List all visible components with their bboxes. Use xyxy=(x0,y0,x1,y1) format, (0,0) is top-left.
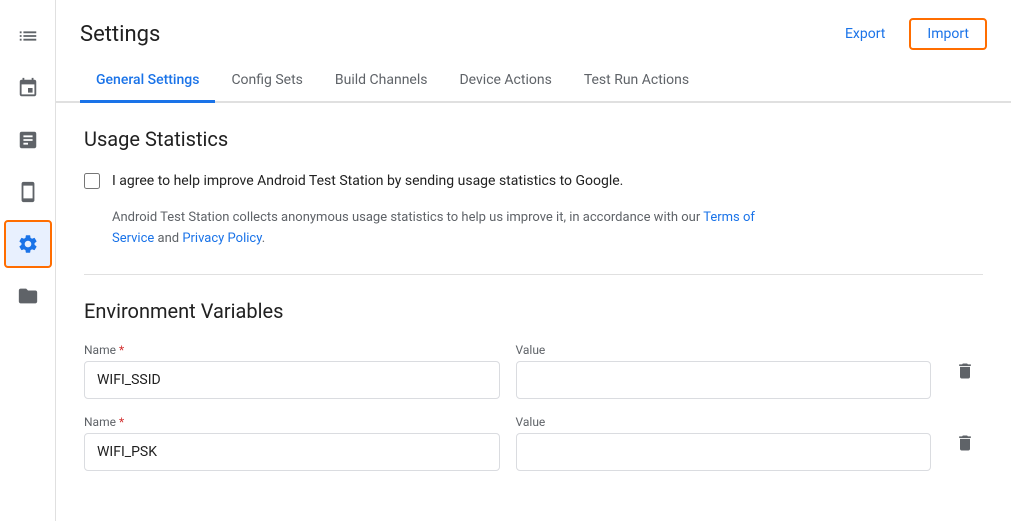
env-name-input-1[interactable] xyxy=(84,361,500,399)
info-text-before: Android Test Station collects anonymous … xyxy=(112,210,703,225)
header-actions: Export Import xyxy=(833,18,987,50)
usage-statistics-info: Android Test Station collects anonymous … xyxy=(112,208,792,250)
env-name-label-2: Name * xyxy=(84,415,500,429)
env-delete-button-2[interactable] xyxy=(947,425,983,461)
tab-test-run-actions[interactable]: Test Run Actions xyxy=(568,60,705,103)
folder-icon xyxy=(17,285,39,307)
tab-general-settings[interactable]: General Settings xyxy=(80,60,215,103)
page-title: Settings xyxy=(80,22,160,47)
env-value-label-1: Value xyxy=(516,343,932,357)
usage-statistics-checkbox[interactable] xyxy=(84,173,100,189)
env-value-input-1[interactable] xyxy=(516,361,932,399)
usage-statistics-label[interactable]: I agree to help improve Android Test Sta… xyxy=(112,171,623,192)
env-name-input-2[interactable] xyxy=(84,433,500,471)
env-variables-title: Environment Variables xyxy=(84,299,983,323)
env-name-field-group-1: Name * xyxy=(84,343,500,399)
info-text-middle: and xyxy=(154,231,182,246)
required-marker-1: * xyxy=(119,343,124,357)
tabs-bar: General Settings Config Sets Build Chann… xyxy=(56,60,1011,103)
tab-config-sets[interactable]: Config Sets xyxy=(215,60,318,103)
calendar-icon xyxy=(17,77,39,99)
sidebar-item-calendar[interactable] xyxy=(4,64,52,112)
usage-statistics-title: Usage Statistics xyxy=(84,127,983,151)
env-row-2: Name * Value xyxy=(84,415,983,471)
tasks-icon xyxy=(17,25,39,47)
required-marker-2: * xyxy=(119,415,124,429)
env-name-field-group-2: Name * xyxy=(84,415,500,471)
analytics-icon xyxy=(17,129,39,151)
export-button[interactable]: Export xyxy=(833,20,897,48)
sidebar-item-device[interactable] xyxy=(4,168,52,216)
env-value-field-group-2: Value xyxy=(516,415,932,471)
usage-statistics-checkbox-row: I agree to help improve Android Test Sta… xyxy=(84,171,983,192)
settings-icon xyxy=(17,233,39,255)
env-delete-button-1[interactable] xyxy=(947,353,983,389)
env-row-1: Name * Value xyxy=(84,343,983,399)
privacy-link[interactable]: Privacy Policy xyxy=(182,231,261,246)
delete-icon-1 xyxy=(955,361,975,381)
env-value-input-2[interactable] xyxy=(516,433,932,471)
env-name-label-1: Name * xyxy=(84,343,500,357)
sidebar-item-analytics[interactable] xyxy=(4,116,52,164)
info-text-after: . xyxy=(262,231,265,246)
tab-build-channels[interactable]: Build Channels xyxy=(319,60,444,103)
header: Settings Export Import xyxy=(56,0,1011,60)
env-value-field-group-1: Value xyxy=(516,343,932,399)
device-icon xyxy=(17,181,39,203)
content-area: Usage Statistics I agree to help improve… xyxy=(56,103,1011,521)
import-button[interactable]: Import xyxy=(909,18,987,50)
sidebar-item-folder[interactable] xyxy=(4,272,52,320)
main-content: Settings Export Import General Settings … xyxy=(56,0,1011,521)
sidebar xyxy=(0,0,56,521)
section-divider xyxy=(84,274,983,275)
env-value-label-2: Value xyxy=(516,415,932,429)
sidebar-item-settings[interactable] xyxy=(4,220,52,268)
tab-device-actions[interactable]: Device Actions xyxy=(443,60,567,103)
delete-icon-2 xyxy=(955,433,975,453)
sidebar-item-tasks[interactable] xyxy=(4,12,52,60)
